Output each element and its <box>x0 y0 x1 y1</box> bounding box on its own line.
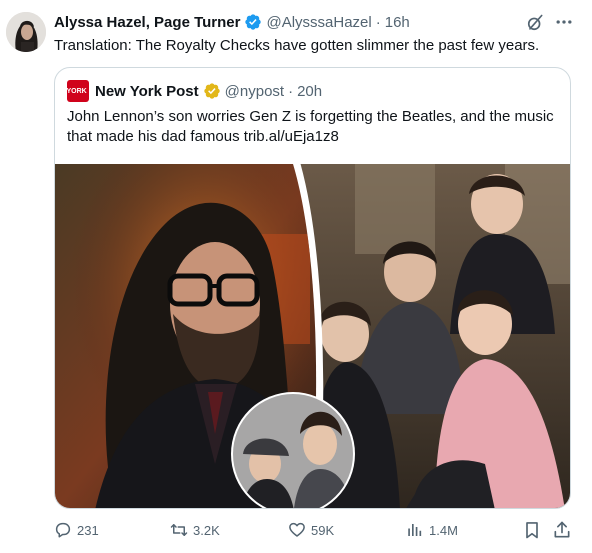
action-bar: 231 3.2K 59K 1.4M <box>0 518 592 542</box>
bookmark-icon[interactable] <box>522 520 542 540</box>
quoted-tweet[interactable]: NEW YORK POST New York Post @nypost · 20… <box>54 67 571 509</box>
quoted-author-name[interactable]: New York Post <box>95 83 199 100</box>
quoted-timestamp[interactable]: 20h <box>297 83 322 100</box>
repost-button[interactable]: 3.2K <box>170 518 220 542</box>
tweet-header: Alyssa Hazel, Page Turner @AlysssaHazel … <box>54 11 410 33</box>
verified-badge-icon <box>245 14 262 30</box>
share-icon[interactable] <box>552 520 572 540</box>
author-name[interactable]: Alyssa Hazel, Page Turner <box>54 14 240 31</box>
quoted-tweet-text: John Lennon’s son worries Gen Z is forge… <box>67 108 554 145</box>
separator-dot: · <box>288 82 294 100</box>
grok-icon[interactable] <box>525 13 545 33</box>
tweet-timestamp[interactable]: 16h <box>385 14 410 31</box>
reply-count: 231 <box>77 522 99 538</box>
repost-icon <box>170 524 188 536</box>
more-icon[interactable] <box>554 12 574 32</box>
gold-verified-badge-icon <box>203 83 220 99</box>
like-count: 59K <box>311 522 335 538</box>
nypost-logo[interactable]: NEW YORK POST <box>55 80 108 102</box>
views-button[interactable]: 1.4M <box>406 518 458 542</box>
tweet[interactable]: Alyssa Hazel, Page Turner @AlysssaHazel … <box>0 0 592 553</box>
reply-icon <box>55 522 71 538</box>
quoted-tweet-header: NEW YORK POST New York Post @nypost · 20… <box>55 80 322 102</box>
heart-icon <box>289 522 305 537</box>
views-icon <box>408 524 422 536</box>
tweet-text: Translation: The Royalty Checks have got… <box>54 37 540 54</box>
separator-dot: · <box>375 13 381 31</box>
repost-count: 3.2K <box>193 522 220 538</box>
quoted-tweet-image[interactable] <box>55 164 570 508</box>
like-button[interactable]: 59K <box>288 518 334 542</box>
author-handle[interactable]: @AlysssaHazel <box>266 14 371 31</box>
view-count: 1.4M <box>429 522 458 538</box>
reply-button[interactable]: 231 <box>54 518 99 542</box>
quoted-author-handle[interactable]: @nypost <box>225 83 284 100</box>
author-avatar[interactable] <box>6 12 46 52</box>
